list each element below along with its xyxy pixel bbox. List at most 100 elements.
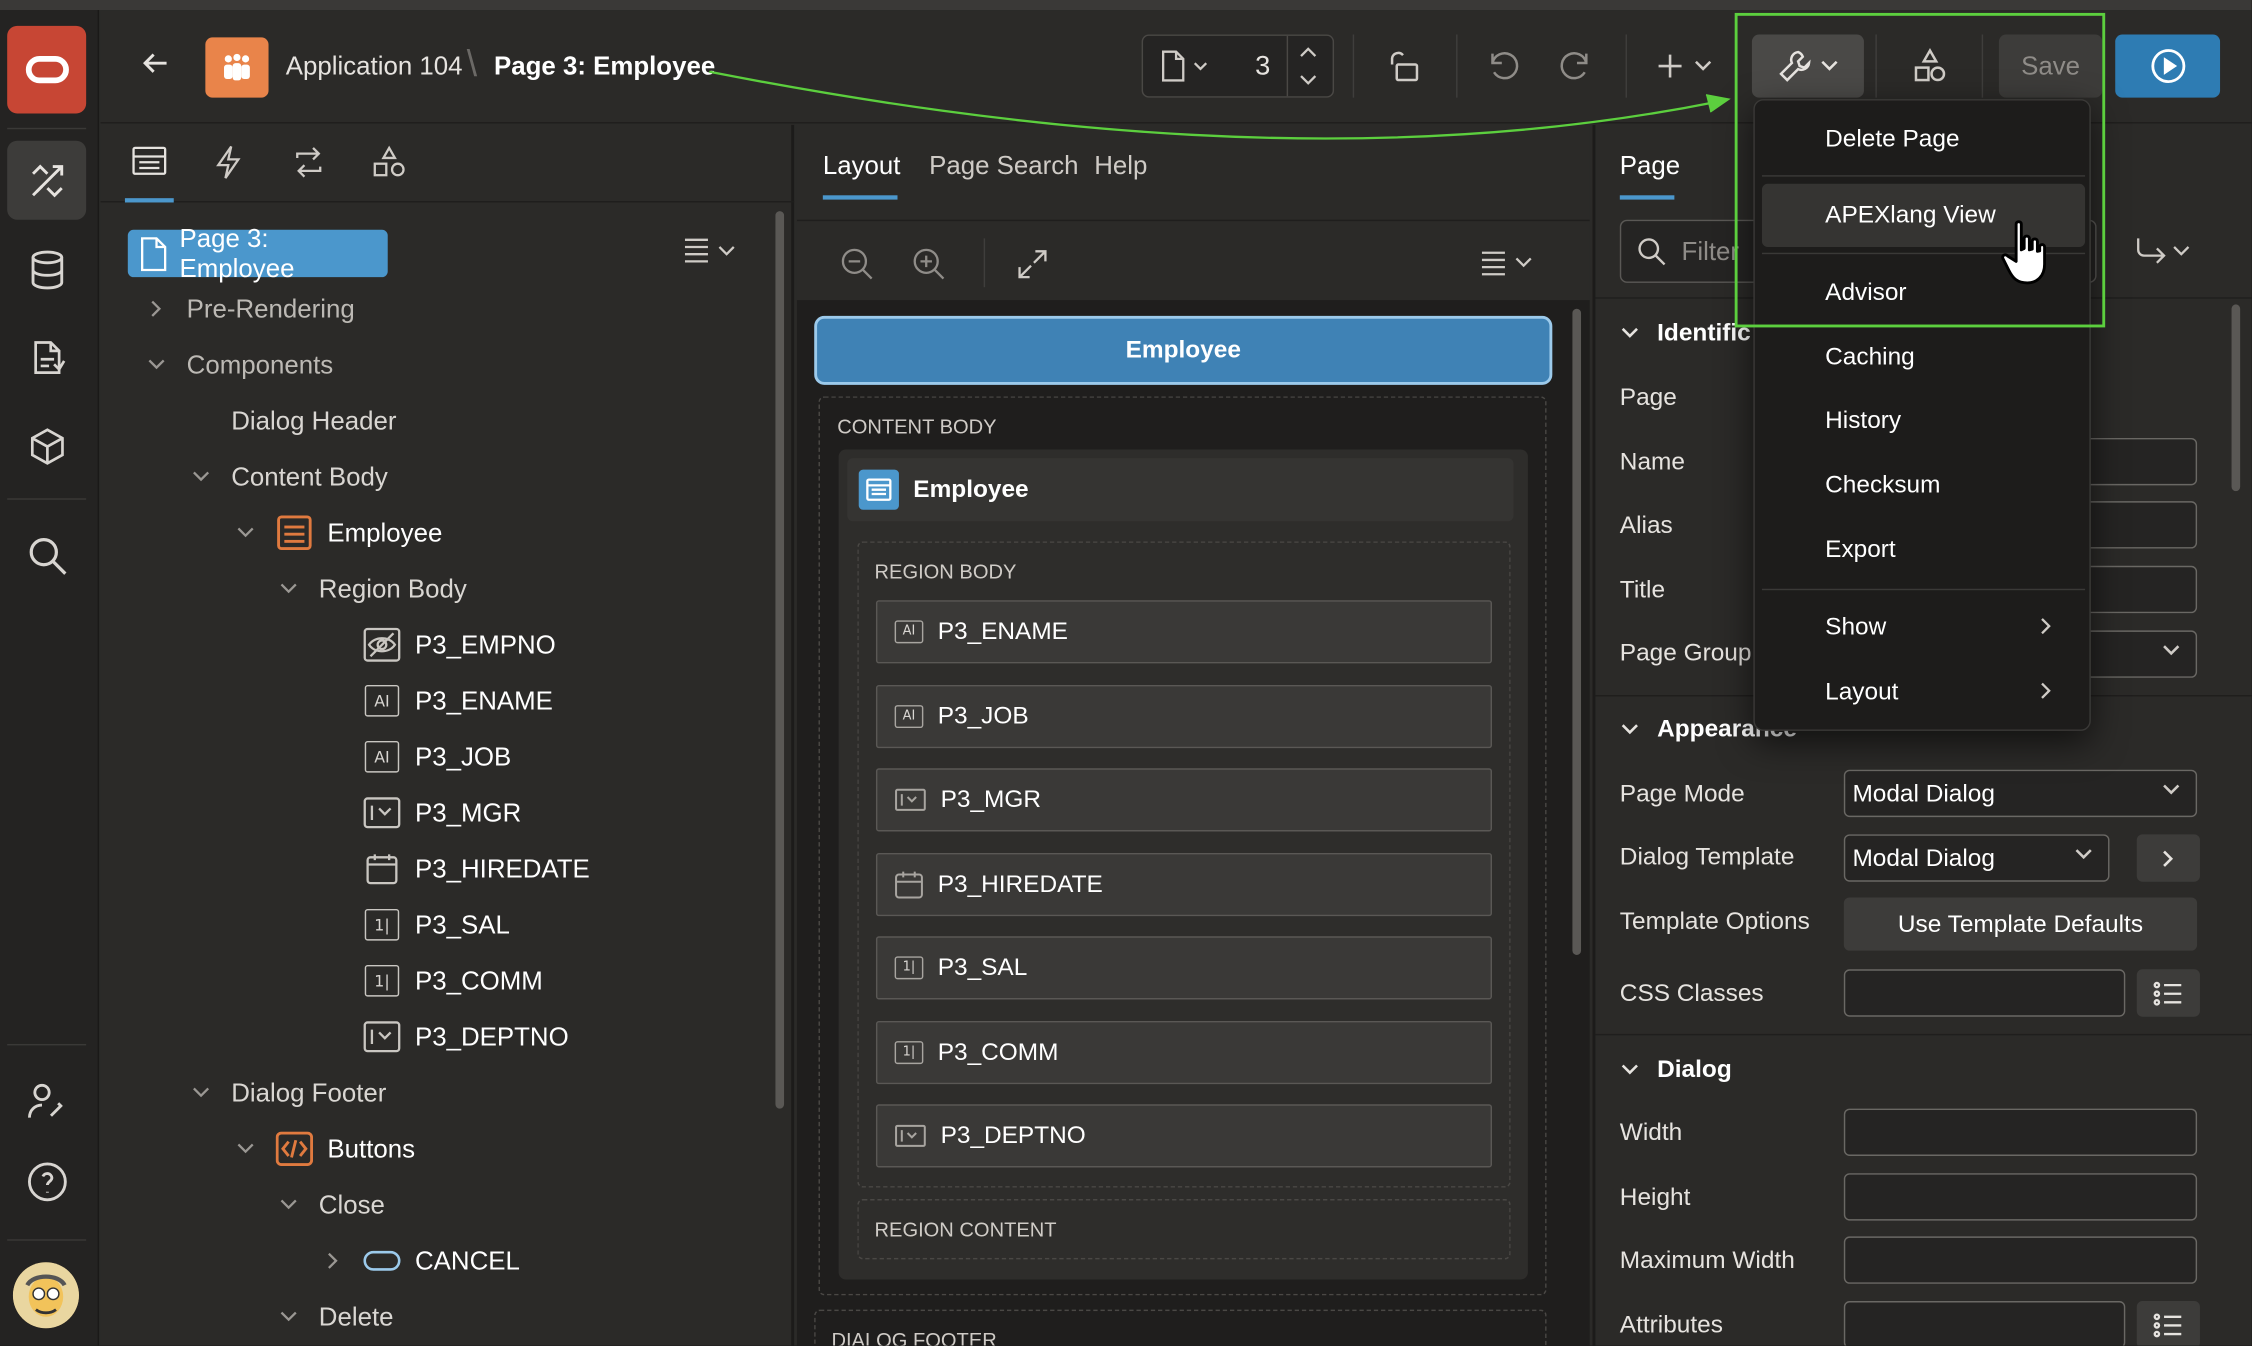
template-options-button[interactable]: Use Template Defaults [1843,897,2198,951]
page-selector[interactable]: 3 [1141,34,1335,98]
chevron-right-icon[interactable] [320,1251,346,1271]
chevron-right-icon[interactable] [144,299,170,319]
undo-icon[interactable] [1476,42,1533,91]
tree-node[interactable]: Close [276,1183,385,1226]
menu-item[interactable]: History [1762,389,2085,452]
zoom-in-icon[interactable] [912,247,946,281]
dialog-template-select[interactable]: Modal Dialog [1843,834,2110,882]
menu-item[interactable]: Delete Page [1762,108,2085,171]
tree-node[interactable]: CANCEL [320,1239,520,1282]
chevron-down-icon[interactable] [144,358,170,372]
width-field[interactable] [1843,1108,2198,1156]
page-item[interactable]: P3_MGR [875,768,1493,832]
tree-node[interactable]: Region Body [276,567,467,610]
region-body-zone[interactable]: REGION BODY AI P3_ENAME AI P3_JOB P3_MGR P3_H… [857,541,1511,1188]
tab-help[interactable]: Help [1094,151,1147,181]
run-button[interactable] [2115,34,2221,98]
go-to-template-button[interactable] [2136,834,2200,882]
go-to-group-icon[interactable] [2134,236,2197,268]
tab-page-search[interactable]: Page Search [929,151,1078,181]
page-stepper-icon[interactable] [1298,45,1318,88]
oracle-logo-icon[interactable] [7,25,87,114]
tree-node[interactable]: P3_MGR [320,791,521,834]
page-item[interactable]: 1| P3_SAL [875,936,1493,1000]
tree-node[interactable]: Employee [233,511,442,554]
gallery-icon[interactable] [7,406,86,485]
chevron-down-icon[interactable] [276,1198,302,1212]
dialog-footer-zone[interactable]: DIALOG FOOTER [814,1309,1547,1346]
content-body-zone[interactable]: CONTENT BODY Employee REGION BODY AI P3_E… [818,396,1547,1296]
attributes-list-button[interactable] [2136,1301,2200,1346]
dialog-title-bar[interactable]: Employee [814,315,1553,385]
tab-processing[interactable] [284,145,333,185]
chevron-down-icon[interactable] [233,1142,259,1156]
tree-menu-icon[interactable] [682,237,739,266]
menu-item[interactable]: Export [1762,518,2085,581]
tab-dynamic-actions[interactable] [204,145,253,185]
section-identification[interactable]: Identific [1620,319,1751,348]
save-button[interactable]: Save [1998,34,2103,98]
chevron-down-icon[interactable] [233,526,259,540]
layout-menu-icon[interactable] [1479,250,1536,279]
tab-rendering[interactable] [124,145,174,203]
chevron-down-icon[interactable] [188,1086,214,1100]
back-arrow-icon[interactable] [141,49,170,78]
menu-item[interactable]: Checksum [1762,454,2085,517]
menu-item[interactable]: Layout [1762,661,2085,724]
menu-item[interactable]: Caching [1762,326,2085,389]
chevron-down-icon[interactable] [188,470,214,484]
region-content-zone[interactable]: REGION CONTENT [857,1199,1511,1260]
administration-icon[interactable] [7,1061,86,1140]
expand-icon[interactable] [1015,247,1049,281]
breadcrumb-application[interactable]: Application 104 [286,52,463,82]
attributes-field[interactable] [1843,1301,2126,1346]
chevron-down-icon[interactable] [276,1310,302,1324]
page-item[interactable]: 1| P3_COMM [875,1020,1493,1084]
tree-node[interactable]: Dialog Footer [188,1071,386,1114]
maximum-width-field[interactable] [1843,1236,2198,1284]
app-builder-icon[interactable] [7,140,87,220]
tab-layout[interactable]: Layout [823,151,901,181]
tab-page-properties[interactable]: Page [1620,151,1680,181]
zoom-out-icon[interactable] [840,247,874,281]
help-icon[interactable] [7,1142,86,1221]
tree-node[interactable]: Pre-Rendering [144,287,355,330]
css-classes-list-button[interactable] [2136,969,2200,1017]
page-mode-select[interactable]: Modal Dialog [1843,769,2198,818]
shared-components-icon[interactable] [1898,42,1961,91]
menu-item[interactable]: Show [1762,596,2085,659]
page-item[interactable]: AI P3_ENAME [875,600,1493,664]
tree-node[interactable]: 1| P3_COMM [320,959,543,1002]
tree-node[interactable]: P3_EMPNO [320,623,556,666]
tree-node[interactable]: Dialog Header [188,399,396,442]
tree-node[interactable]: Components [144,343,333,386]
right-panel-scrollbar[interactable] [2231,304,2241,492]
tree-node[interactable]: 1| P3_SAL [320,903,510,946]
tree-node[interactable]: Buttons [233,1127,415,1170]
search-icon[interactable] [7,516,86,595]
page-item[interactable]: P3_HIREDATE [875,852,1493,916]
css-classes-field[interactable] [1843,969,2126,1017]
region-title[interactable]: Employee [847,458,1514,522]
sql-workshop-icon[interactable] [7,230,86,309]
utilities-menu-button[interactable] [1751,34,1864,98]
tree-node[interactable]: AI P3_ENAME [320,679,553,722]
redo-icon[interactable] [1545,42,1602,91]
tree-node[interactable]: AI P3_JOB [320,735,511,778]
tree-node[interactable]: Delete [276,1295,394,1338]
left-panel-scrollbar[interactable] [775,211,785,1109]
page-number[interactable]: 3 [1255,52,1270,84]
tree-root-page[interactable]: Page 3: Employee [127,223,388,282]
chevron-down-icon[interactable] [276,582,302,596]
tree-node[interactable]: P3_HIREDATE [320,847,590,890]
team-development-icon[interactable] [7,317,86,396]
employee-region[interactable]: Employee REGION BODY AI P3_ENAME AI P3_JOB P… [838,449,1528,1280]
page-item[interactable]: AI P3_JOB [875,684,1493,748]
tree-node[interactable]: Content Body [188,455,388,498]
create-menu-icon[interactable] [1651,42,1723,91]
tree-node[interactable]: P3_DEPTNO [320,1015,569,1058]
tab-shared-components[interactable] [365,145,414,185]
canvas-scrollbar[interactable] [1572,308,1582,955]
height-field[interactable] [1843,1173,2198,1221]
section-dialog[interactable]: Dialog [1620,1055,1732,1084]
